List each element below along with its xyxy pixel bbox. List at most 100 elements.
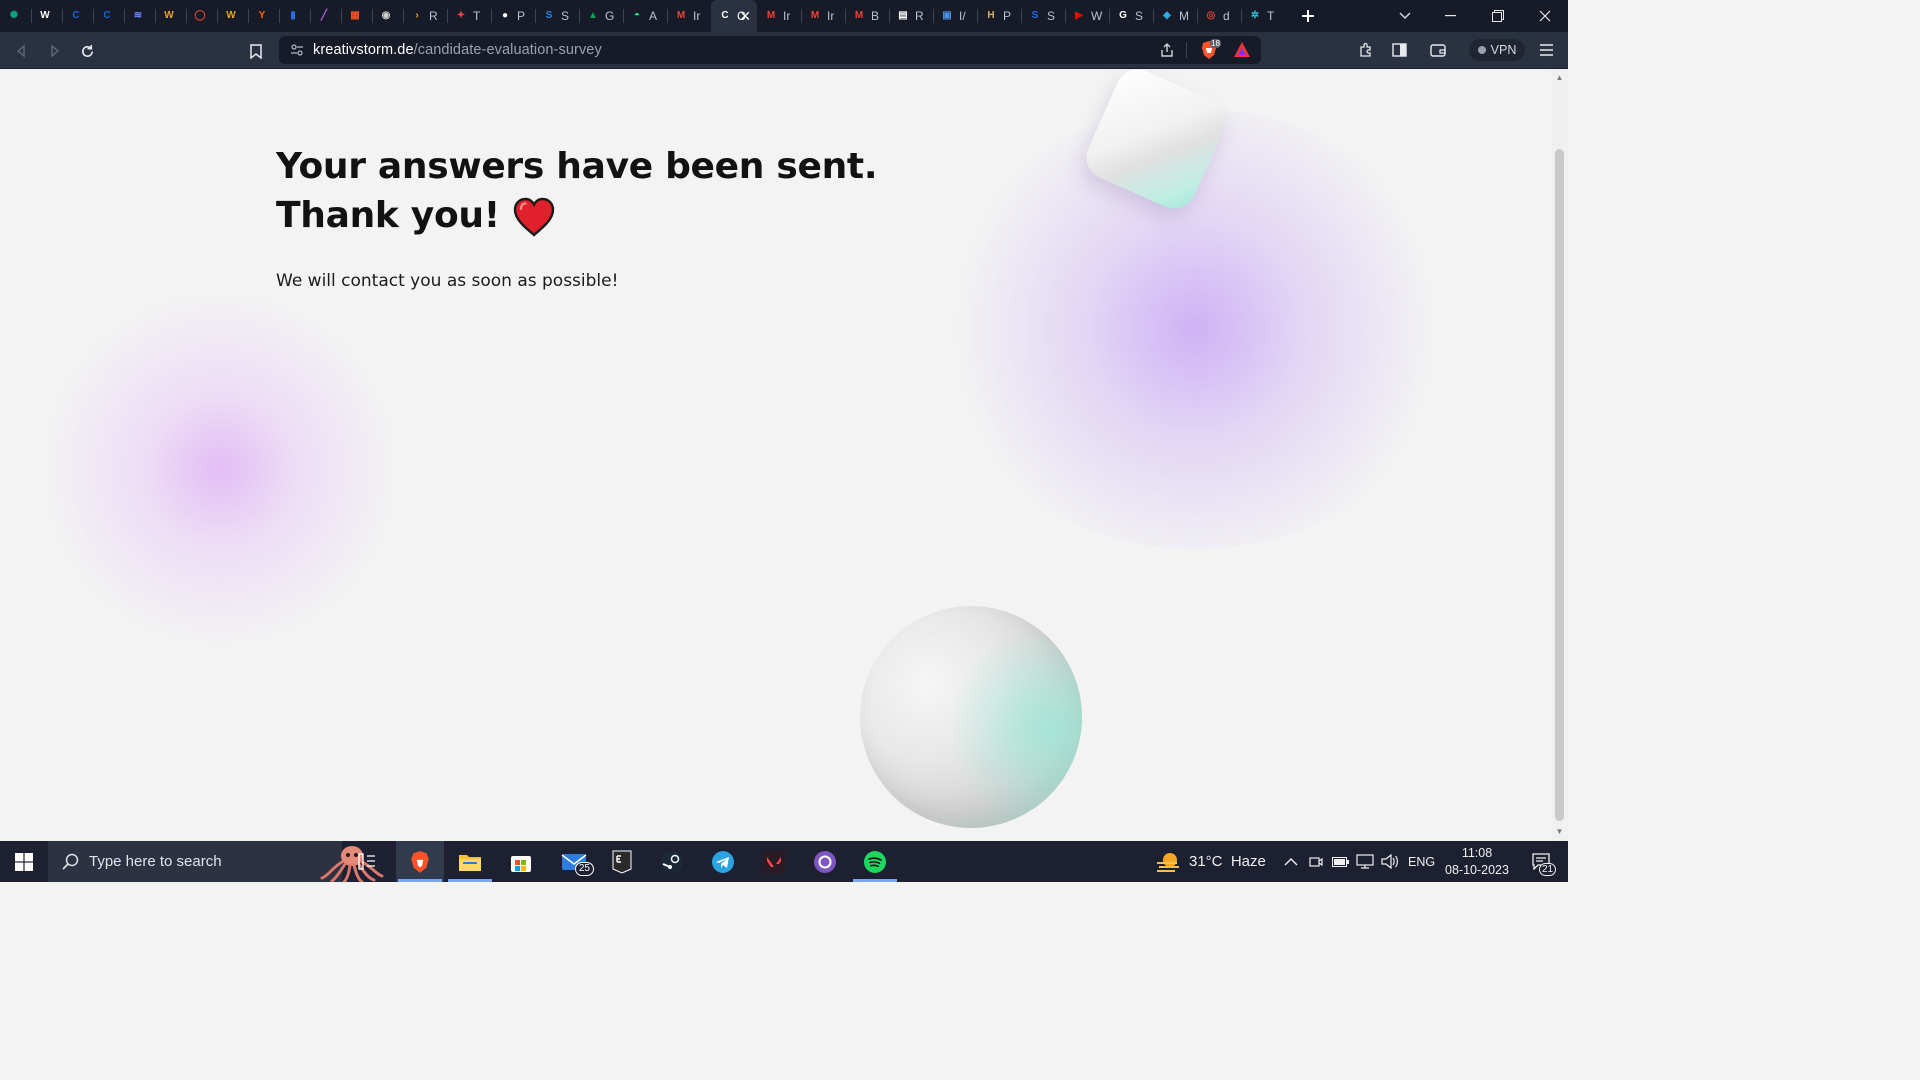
- volume-button[interactable]: [1381, 841, 1399, 882]
- browser-tab[interactable]: ◈ M: [1153, 0, 1197, 32]
- browser-tab[interactable]: SS: [535, 0, 579, 32]
- url-text[interactable]: kreativstorm.de/candidate-evaluation-sur…: [313, 42, 602, 58]
- language-label: ENG: [1408, 854, 1436, 869]
- browser-tab[interactable]: HP: [977, 0, 1021, 32]
- browser-tab[interactable]: W: [31, 0, 62, 32]
- telegram-icon: [712, 850, 734, 873]
- site-settings-icon: [291, 44, 303, 56]
- weather-text: 31°C Haze: [1189, 853, 1266, 870]
- show-hidden-icons-button[interactable]: [1284, 841, 1298, 882]
- sidebar-button[interactable]: [1388, 39, 1410, 61]
- steam-taskbar-button[interactable]: [648, 841, 696, 882]
- browser-tab[interactable]: ✦ T: [447, 0, 491, 32]
- github-desktop-taskbar-button[interactable]: [801, 841, 849, 882]
- browser-tab[interactable]: › R: [403, 0, 447, 32]
- weather-widget[interactable]: 31°C Haze: [1156, 841, 1266, 882]
- url-path: /candidate-evaluation-survey: [413, 42, 602, 58]
- notification-center-button[interactable]: 21: [1526, 841, 1557, 882]
- browser-tab[interactable]: M Ir: [757, 0, 801, 32]
- address-bar[interactable]: kreativstorm.de/candidate-evaluation-sur…: [279, 36, 1261, 64]
- browser-tab[interactable]: W: [155, 0, 186, 32]
- browser-tab[interactable]: ✲ T: [1241, 0, 1285, 32]
- scrollbar-thumb[interactable]: [1555, 149, 1564, 821]
- mail-taskbar-button[interactable]: 25: [550, 841, 598, 882]
- input-language-button[interactable]: ENG: [1408, 841, 1435, 882]
- page-scrollbar[interactable]: ▲ ▼: [1551, 69, 1568, 841]
- share-icon[interactable]: [1159, 42, 1175, 58]
- browser-tab[interactable]: ✺: [0, 0, 31, 32]
- battery-button[interactable]: [1332, 841, 1349, 882]
- extensions-button[interactable]: [1355, 39, 1377, 61]
- reload-button[interactable]: [76, 40, 98, 62]
- browser-tab[interactable]: C C ✕: [711, 0, 757, 32]
- browser-tab[interactable]: ◯: [186, 0, 217, 32]
- contact-icon: ▣: [942, 10, 952, 21]
- telegram-taskbar-button[interactable]: [699, 841, 747, 882]
- reload-icon: [81, 44, 93, 57]
- taskbar: Type here to search 25 31°C Haze ENG 11:…: [0, 841, 1568, 882]
- browser-tab[interactable]: MB: [845, 0, 889, 32]
- browser-tab[interactable]: Y: [248, 0, 279, 32]
- back-button[interactable]: [10, 40, 32, 62]
- browser-tab[interactable]: ▤ R: [889, 0, 933, 32]
- android-icon: ◓: [633, 10, 641, 21]
- bookmark-button[interactable]: [245, 40, 267, 62]
- meet-now-button[interactable]: [1309, 841, 1323, 882]
- browser-tab[interactable]: GS: [1109, 0, 1153, 32]
- brave-rewards-icon[interactable]: [1233, 41, 1251, 58]
- browser-tab[interactable]: M Ir: [801, 0, 845, 32]
- browser-tab[interactable]: SS: [1021, 0, 1065, 32]
- taskbar-search-box[interactable]: Type here to search: [48, 841, 384, 882]
- c-icon: C: [721, 10, 729, 21]
- browser-tab[interactable]: ▮: [279, 0, 310, 32]
- heart-icon: [513, 197, 555, 237]
- clock-time: 11:08: [1461, 846, 1493, 860]
- browser-tab[interactable]: C: [62, 0, 93, 32]
- restore-button[interactable]: [1474, 0, 1521, 32]
- browser-tab[interactable]: ◓ A: [623, 0, 667, 32]
- forward-button[interactable]: [44, 40, 66, 62]
- start-button[interactable]: [0, 841, 48, 882]
- browser-tab[interactable]: W: [217, 0, 248, 32]
- clock[interactable]: 11:08 08-10-2023: [1438, 845, 1516, 879]
- file-explorer-taskbar-button[interactable]: [446, 841, 494, 882]
- brave-shields-button[interactable]: 18: [1199, 39, 1221, 60]
- w-icon: W: [226, 10, 236, 21]
- browser-tab[interactable]: M Ir: [667, 0, 711, 32]
- c-icon: C: [72, 10, 80, 21]
- new-tab-button[interactable]: [1293, 0, 1323, 32]
- browser-tab[interactable]: ▲ G: [579, 0, 623, 32]
- gmail-icon: M: [810, 10, 820, 21]
- spotify-taskbar-button[interactable]: [851, 841, 899, 882]
- url-host: kreativstorm.de: [313, 42, 414, 58]
- scroll-down-arrow-icon[interactable]: ▼: [1555, 827, 1564, 836]
- microsoft-store-taskbar-button[interactable]: [497, 841, 545, 882]
- task-view-button[interactable]: [343, 841, 391, 882]
- browser-tab[interactable]: ◉: [372, 0, 403, 32]
- browser-tab[interactable]: C: [93, 0, 124, 32]
- vpn-button[interactable]: VPN: [1469, 39, 1525, 61]
- battery-icon: [1332, 856, 1349, 867]
- browser-tab[interactable]: ≋: [124, 0, 155, 32]
- menu-button[interactable]: [1535, 39, 1557, 61]
- browser-tab[interactable]: ▦: [341, 0, 372, 32]
- minimize-button[interactable]: [1427, 0, 1474, 32]
- back-arrow-icon: [16, 44, 25, 58]
- browser-tab[interactable]: ▶ W: [1065, 0, 1109, 32]
- browser-tab[interactable]: ╱: [310, 0, 341, 32]
- gmail-icon: M: [854, 10, 864, 21]
- tab-search-button[interactable]: [1392, 0, 1418, 32]
- minimize-icon: [1445, 15, 1456, 17]
- wallet-button[interactable]: [1427, 39, 1449, 61]
- browser-tab[interactable]: ● P: [491, 0, 535, 32]
- brave-taskbar-button[interactable]: [396, 841, 444, 882]
- epic-games-taskbar-button[interactable]: [598, 841, 646, 882]
- network-button[interactable]: [1356, 841, 1374, 882]
- valorant-taskbar-button[interactable]: [750, 841, 798, 882]
- mail-unread-badge: 25: [574, 862, 594, 876]
- scroll-up-arrow-icon[interactable]: ▲: [1555, 73, 1564, 82]
- browser-tab[interactable]: ◎ d: [1197, 0, 1241, 32]
- close-window-button[interactable]: [1521, 0, 1568, 32]
- browser-tab[interactable]: ▣ I/: [933, 0, 977, 32]
- close-tab-icon[interactable]: ✕: [739, 8, 751, 24]
